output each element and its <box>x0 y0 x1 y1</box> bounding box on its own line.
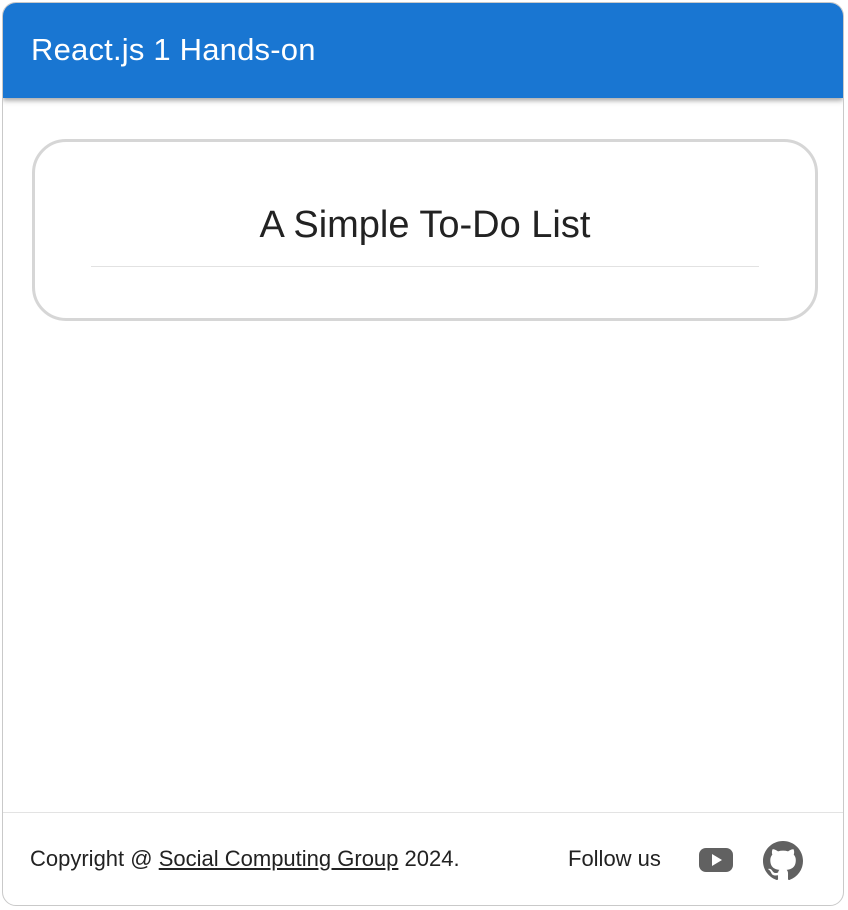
app-window: React.js 1 Hands-on A Simple To-Do List … <box>2 2 844 906</box>
copyright-prefix: Copyright @ <box>30 846 159 871</box>
todo-card: A Simple To-Do List <box>32 139 818 321</box>
copyright-suffix: 2024. <box>398 846 460 871</box>
github-icon[interactable] <box>763 841 803 881</box>
card-title: A Simple To-Do List <box>259 204 591 246</box>
copyright-text: Copyright @ Social Computing Group 2024. <box>30 846 460 872</box>
social-computing-group-link[interactable]: Social Computing Group <box>159 846 399 871</box>
follow-us-label: Follow us <box>568 846 661 871</box>
footer: Copyright @ Social Computing Group 2024.… <box>3 812 843 905</box>
app-bar: React.js 1 Hands-on <box>3 3 843 98</box>
card-divider <box>91 266 759 267</box>
app-title: React.js 1 Hands-on <box>31 31 316 67</box>
youtube-icon[interactable] <box>698 846 734 874</box>
